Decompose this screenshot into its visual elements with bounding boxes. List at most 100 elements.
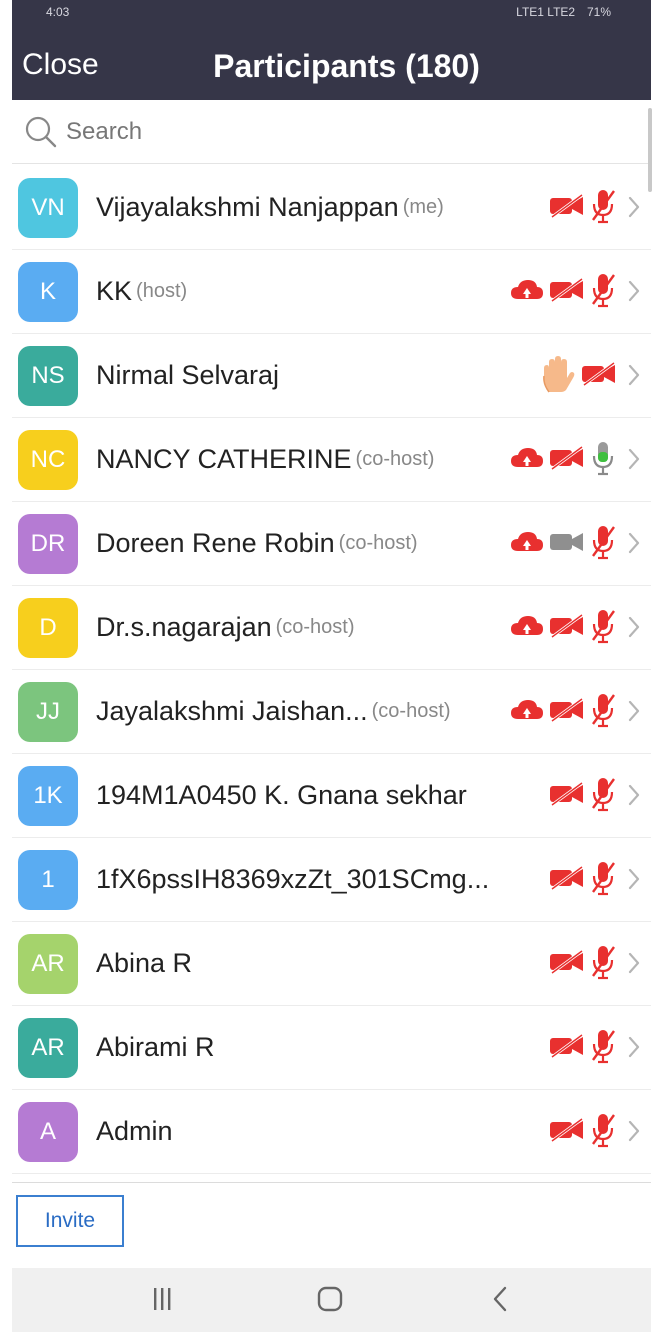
avatar: A xyxy=(18,1101,78,1162)
participant-name: Abirami R xyxy=(96,1032,215,1062)
status-time: 4:03 xyxy=(46,5,70,19)
footer: Invite xyxy=(12,1182,651,1268)
participant-row[interactable]: NC NANCY CATHERINE (co-host) xyxy=(12,418,651,502)
search-input[interactable] xyxy=(66,117,586,146)
status-battery: 71% xyxy=(586,5,611,19)
back-button[interactable] xyxy=(480,1284,520,1316)
video-off-icon xyxy=(545,193,585,224)
cloud-record-icon xyxy=(505,529,545,560)
participant-name: Nirmal Selvaraj xyxy=(96,360,280,390)
participant-row[interactable]: 1 1fX6pssIH8369xzZt_301SCmg... xyxy=(12,838,651,922)
chevron-right-icon[interactable] xyxy=(627,951,641,980)
avatar: DR xyxy=(18,513,78,574)
participant-role-tag: (co-host) xyxy=(338,532,418,554)
video-off-icon xyxy=(545,697,585,728)
participant-name: Vijayalakshmi Nanjappan xyxy=(96,192,399,222)
chevron-right-icon[interactable] xyxy=(627,867,641,896)
mic-muted-icon xyxy=(585,187,617,230)
mic-muted-icon xyxy=(585,691,617,734)
participant-name: 194M1A0450 K. Gnana sekhar xyxy=(96,780,467,810)
participant-row[interactable]: K KK (host) xyxy=(12,250,651,334)
video-off-icon xyxy=(545,781,585,812)
participant-row[interactable]: D Dr.s.nagarajan (co-host) xyxy=(12,586,651,670)
mic-muted-icon xyxy=(585,859,617,902)
video-off-icon xyxy=(545,277,585,308)
chevron-right-icon[interactable] xyxy=(627,363,641,392)
page-title: Participants (180) xyxy=(213,48,480,84)
participant-row[interactable]: JJ Jayalakshmi Jaishan... (co-host) xyxy=(12,670,651,754)
home-button[interactable] xyxy=(310,1284,350,1316)
avatar: AR xyxy=(18,933,78,994)
search-icon xyxy=(24,115,58,149)
video-off-icon xyxy=(545,1117,585,1148)
chevron-right-icon[interactable] xyxy=(627,1035,641,1064)
avatar: NS xyxy=(18,345,78,406)
participant-row[interactable]: 1K 194M1A0450 K. Gnana sekhar xyxy=(12,754,651,838)
chevron-right-icon[interactable] xyxy=(627,783,641,812)
participant-status-icons xyxy=(505,502,617,586)
avatar: D xyxy=(18,597,78,658)
participant-role-tag: (co-host) xyxy=(355,448,435,470)
chevron-right-icon[interactable] xyxy=(627,531,641,560)
chevron-right-icon[interactable] xyxy=(627,1119,641,1148)
participant-status-icons xyxy=(505,418,617,502)
participant-row[interactable]: AR Abina R xyxy=(12,922,651,1006)
participant-name: Dr.s.nagarajan xyxy=(96,612,272,642)
avatar: K xyxy=(18,261,78,322)
mic-muted-icon xyxy=(585,1111,617,1154)
mic-muted-icon xyxy=(585,607,617,650)
mic-muted-icon xyxy=(585,775,617,818)
participant-status-icons xyxy=(545,1090,617,1174)
participant-row[interactable]: VN Vijayalakshmi Nanjappan (me) xyxy=(12,166,651,250)
participant-name: NANCY CATHERINE xyxy=(96,444,352,474)
system-nav-bar xyxy=(12,1268,651,1332)
participant-status-icons xyxy=(505,250,617,334)
participant-status-icons xyxy=(505,670,617,754)
avatar: 1K xyxy=(18,765,78,826)
participant-status-icons xyxy=(533,334,617,418)
video-off-icon xyxy=(545,445,585,476)
mic-muted-icon xyxy=(585,1027,617,1070)
avatar: NC xyxy=(18,429,78,490)
chevron-right-icon[interactable] xyxy=(627,615,641,644)
avatar: AR xyxy=(18,1017,78,1078)
video-off-icon xyxy=(577,361,617,392)
header: Close Participants (180) xyxy=(12,22,651,100)
raised-hand-icon xyxy=(533,354,577,399)
chevron-right-icon[interactable] xyxy=(627,195,641,224)
participant-row[interactable]: A Admin xyxy=(12,1090,651,1174)
participant-row[interactable]: NS Nirmal Selvaraj xyxy=(12,334,651,418)
mic-muted-icon xyxy=(585,523,617,566)
avatar: JJ xyxy=(18,681,78,742)
mic-muted-icon xyxy=(585,943,617,986)
invite-button[interactable]: Invite xyxy=(16,1195,124,1247)
participant-name: KK xyxy=(96,276,133,306)
chevron-right-icon[interactable] xyxy=(627,279,641,308)
status-network: LTE1 LTE2 xyxy=(516,5,576,19)
participant-role-tag: (co-host) xyxy=(275,616,355,638)
cloud-record-icon xyxy=(505,613,545,644)
participant-status-icons xyxy=(545,754,617,838)
participant-name: Abina R xyxy=(96,948,193,978)
participant-status-icons xyxy=(545,166,617,250)
mic-muted-icon xyxy=(585,271,617,314)
participant-status-icons xyxy=(505,586,617,670)
recents-button[interactable] xyxy=(142,1284,182,1316)
chevron-right-icon[interactable] xyxy=(627,699,641,728)
status-bar: 4:03 LTE1 LTE2 71% xyxy=(12,0,651,22)
participant-name: Doreen Rene Robin xyxy=(96,528,335,558)
chevron-right-icon[interactable] xyxy=(627,447,641,476)
participant-row[interactable]: DR Doreen Rene Robin (co-host) xyxy=(12,502,651,586)
participant-status-icons xyxy=(545,922,617,1006)
participant-role-tag: (me) xyxy=(402,196,444,218)
participant-role-tag: (host) xyxy=(136,280,188,302)
video-off-icon xyxy=(545,949,585,980)
cloud-record-icon xyxy=(505,277,545,308)
avatar: 1 xyxy=(18,849,78,910)
participant-role-tag: (co-host) xyxy=(371,700,451,722)
status-right: LTE1 LTE2 71% xyxy=(516,3,619,19)
participant-list: VN Vijayalakshmi Nanjappan (me) K KK (host) NS… xyxy=(12,166,651,1174)
participant-row[interactable]: AR Abirami R xyxy=(12,1006,651,1090)
cloud-record-icon xyxy=(505,445,545,476)
avatar: VN xyxy=(18,177,78,238)
